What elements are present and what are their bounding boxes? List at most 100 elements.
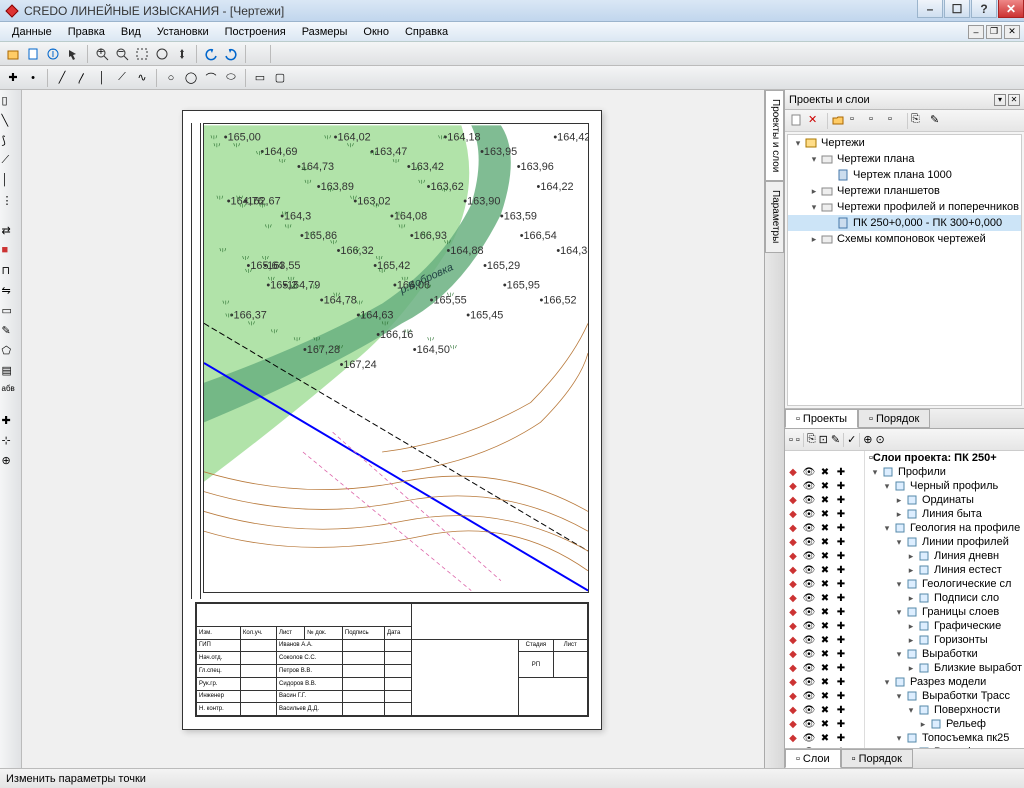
- ltb-6-icon[interactable]: ✓: [847, 433, 856, 446]
- maximize-button[interactable]: ☐: [944, 0, 970, 18]
- layer-node[interactable]: ▾Геология на профиле: [865, 521, 1024, 535]
- layer-node[interactable]: ▾Разрез модели: [865, 675, 1024, 689]
- tb-new-icon[interactable]: [24, 45, 42, 63]
- ptb-delete-icon[interactable]: ✕: [808, 113, 824, 129]
- lt-nodes-icon[interactable]: ⋮: [2, 194, 20, 212]
- ptb-doc2-icon[interactable]: ▫: [869, 113, 885, 129]
- layer-node[interactable]: ▾Выработки: [865, 647, 1024, 661]
- vert-tab-projects[interactable]: Проекты и слои: [765, 90, 784, 181]
- tab-layers[interactable]: ▫Слои: [785, 749, 841, 768]
- layer-node[interactable]: ▸Линия быта: [865, 507, 1024, 521]
- layer-node[interactable]: ▸Ординаты: [865, 493, 1024, 507]
- tree-node[interactable]: ПК 250+0,000 - ПК 300+0,000: [788, 215, 1021, 231]
- panel-close-icon[interactable]: ✕: [1008, 94, 1020, 106]
- ltb-3-icon[interactable]: ⎘: [807, 433, 816, 446]
- ptb-doc1-icon[interactable]: ▫: [850, 113, 866, 129]
- ptb-new-icon[interactable]: [789, 113, 805, 129]
- layer-visibility-grid[interactable]: ◆👁✖✚◆👁✖✚◆👁✖✚◆👁✖✚◆👁✖✚◆👁✖✚◆👁✖✚◆👁✖✚◆👁✖✚◆👁✖✚…: [785, 451, 865, 748]
- canvas[interactable]: р.Бобровка •165,00•164,69: [22, 90, 764, 768]
- lt-join-icon[interactable]: ⊓: [2, 264, 20, 282]
- help-button[interactable]: ?: [971, 0, 997, 18]
- lt-swap-icon[interactable]: ⇄: [2, 224, 20, 242]
- tb-arc-icon[interactable]: ⌒: [202, 69, 220, 87]
- minimize-button[interactable]: –: [917, 0, 943, 18]
- menu-dimensions[interactable]: Размеры: [294, 24, 356, 40]
- layer-node[interactable]: ▸Линия дневн: [865, 549, 1024, 563]
- ltb-2-icon[interactable]: ▫: [796, 434, 800, 446]
- tab-layer-order[interactable]: ▫Порядок: [841, 749, 913, 768]
- tb-undo-icon[interactable]: [202, 45, 220, 63]
- tree-node[interactable]: ▾Чертежи плана: [788, 151, 1021, 167]
- layer-node[interactable]: ▸Линия естест: [865, 563, 1024, 577]
- lt-edit-icon[interactable]: ✎: [2, 324, 20, 342]
- lt-node-icon[interactable]: ✚: [2, 414, 20, 432]
- layer-node[interactable]: ▾Линии профилей: [865, 535, 1024, 549]
- lt-mirror-icon[interactable]: ⇋: [2, 284, 20, 302]
- lt-line-icon[interactable]: ╲: [2, 114, 20, 132]
- ltb-8-icon[interactable]: ⊙: [876, 433, 885, 446]
- tab-projects[interactable]: ▫Проекты: [785, 409, 858, 428]
- tree-node[interactable]: Чертеж плана 1000: [788, 167, 1021, 183]
- layer-node[interactable]: ▾Профили: [865, 465, 1024, 479]
- lt-color-icon[interactable]: ■: [2, 244, 20, 262]
- menu-window[interactable]: Окно: [355, 24, 397, 40]
- ptb-copy-icon[interactable]: ⎘: [911, 113, 927, 129]
- tb-redo-icon[interactable]: [222, 45, 240, 63]
- tb-polyline-icon[interactable]: 〳: [73, 69, 91, 87]
- ltb-7-icon[interactable]: ⊕: [863, 433, 872, 446]
- tb-vert-icon[interactable]: │: [93, 69, 111, 87]
- tb-spline-icon[interactable]: ∿: [133, 69, 151, 87]
- tb-pan-icon[interactable]: [173, 45, 191, 63]
- tb-line-icon[interactable]: ╱: [53, 69, 71, 87]
- lt-snap-icon[interactable]: ⊹: [2, 434, 20, 452]
- layer-node[interactable]: ▸Подписи сло: [865, 591, 1024, 605]
- tb-zoom-in-icon[interactable]: +: [93, 45, 111, 63]
- tb-ellipse-icon[interactable]: ⬭: [222, 69, 240, 87]
- menu-settings[interactable]: Установки: [149, 24, 217, 40]
- panel-pin-icon[interactable]: ▾: [994, 94, 1006, 106]
- layer-node[interactable]: ▾Топосъемка пк25: [865, 731, 1024, 745]
- tree-node[interactable]: ▾Чертежи профилей и поперечников: [788, 199, 1021, 215]
- doc-restore[interactable]: ❐: [986, 25, 1002, 39]
- tb-zoom-extents-icon[interactable]: [153, 45, 171, 63]
- doc-minimize[interactable]: –: [968, 25, 984, 39]
- menu-data[interactable]: Данные: [4, 24, 60, 40]
- lt-rect2-icon[interactable]: ▭: [2, 304, 20, 322]
- tb-cursor-icon[interactable]: ✚: [4, 69, 22, 87]
- layer-node[interactable]: ▾Границы слоев: [865, 605, 1024, 619]
- tb-zoom-out-icon[interactable]: −: [113, 45, 131, 63]
- tb-open-icon[interactable]: [4, 45, 22, 63]
- menu-construct[interactable]: Построения: [217, 24, 294, 40]
- doc-close[interactable]: ✕: [1004, 25, 1020, 39]
- layer-node[interactable]: ▸Рельеф: [865, 717, 1024, 731]
- ptb-edit-icon[interactable]: ✎: [930, 113, 946, 129]
- lt-text-icon[interactable]: абв: [2, 384, 20, 402]
- ltb-4-icon[interactable]: ⊡: [819, 433, 828, 446]
- lt-curve-icon[interactable]: ⟋: [2, 154, 20, 172]
- tree-node[interactable]: ▾Чертежи: [788, 135, 1021, 151]
- ltb-5-icon[interactable]: ✎: [831, 433, 840, 446]
- layer-node[interactable]: ▾Поверхности: [865, 703, 1024, 717]
- tb-curve-icon[interactable]: ⟋: [113, 69, 131, 87]
- tree-node[interactable]: ▸Схемы компоновок чертежей: [788, 231, 1021, 247]
- close-button[interactable]: ✕: [998, 0, 1024, 18]
- menu-view[interactable]: Вид: [113, 24, 149, 40]
- vert-tab-params[interactable]: Параметры: [765, 181, 784, 252]
- ptb-open-icon[interactable]: [831, 113, 847, 129]
- tb-select-icon[interactable]: [64, 45, 82, 63]
- layer-node[interactable]: ▾Черный профиль: [865, 479, 1024, 493]
- lt-vert-icon[interactable]: │: [2, 174, 20, 192]
- layer-node[interactable]: ▸Горизонты: [865, 633, 1024, 647]
- layer-tree[interactable]: ▫ Слои проекта: ПК 250+ ▾Профили▾Черный …: [865, 451, 1024, 748]
- lt-dash-icon[interactable]: ▤: [2, 364, 20, 382]
- tb-props-icon[interactable]: i: [44, 45, 62, 63]
- ltb-1-icon[interactable]: ▫: [789, 434, 793, 446]
- lt-poly-icon[interactable]: ⬠: [2, 344, 20, 362]
- tb-circle-icon[interactable]: ○: [162, 69, 180, 87]
- tb-point-icon[interactable]: •: [24, 69, 42, 87]
- layer-node[interactable]: ▸Графические: [865, 619, 1024, 633]
- tb-circle2-icon[interactable]: ◯: [182, 69, 200, 87]
- tab-order[interactable]: ▫Порядок: [858, 409, 930, 428]
- lt-target-icon[interactable]: ⊕: [2, 454, 20, 472]
- lt-rect-icon[interactable]: ▯: [2, 94, 20, 112]
